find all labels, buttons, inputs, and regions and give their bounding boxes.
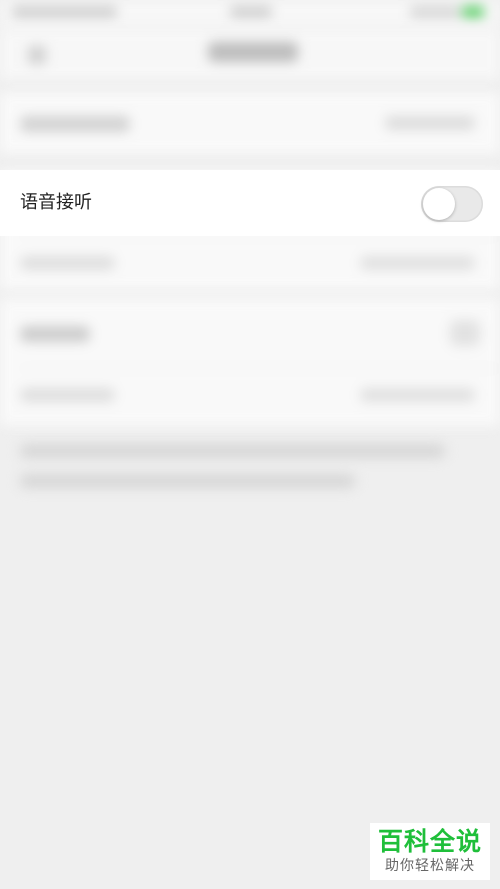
- blurred-text-line: [20, 474, 355, 488]
- status-time: [230, 6, 272, 18]
- voice-answer-label: 语音接听: [20, 192, 92, 213]
- blurred-row-label: [20, 256, 115, 270]
- settings-section-1: [0, 92, 500, 154]
- status-indicators: [410, 6, 460, 18]
- voice-answer-row[interactable]: 语音接听: [0, 170, 500, 236]
- watermark-logo: 百科全说 助你轻松解决: [370, 823, 490, 880]
- status-bar: [0, 0, 500, 28]
- blurred-text-line: [20, 444, 445, 458]
- divider: [20, 236, 500, 237]
- back-arrow-icon[interactable]: [28, 46, 46, 64]
- nav-bar: [0, 28, 500, 80]
- blurred-row-label: [20, 326, 90, 342]
- battery-icon: [462, 6, 484, 18]
- blurred-row-control: [450, 320, 480, 346]
- watermark-title: 百科全说: [377, 827, 482, 856]
- blurred-row-label: [20, 388, 115, 402]
- settings-section-3: [0, 298, 500, 426]
- voice-answer-toggle[interactable]: [421, 186, 483, 222]
- page-title: [208, 42, 298, 62]
- watermark-subtitle: 助你轻松解决: [385, 858, 475, 874]
- blurred-row-label: [20, 116, 130, 132]
- divider: [20, 368, 500, 369]
- status-carrier: [12, 6, 117, 18]
- blurred-row-value: [360, 388, 475, 402]
- blurred-row-value: [360, 256, 475, 270]
- toggle-knob: [423, 188, 455, 220]
- blurred-row-value: [385, 116, 475, 130]
- blurred-description: [20, 444, 460, 504]
